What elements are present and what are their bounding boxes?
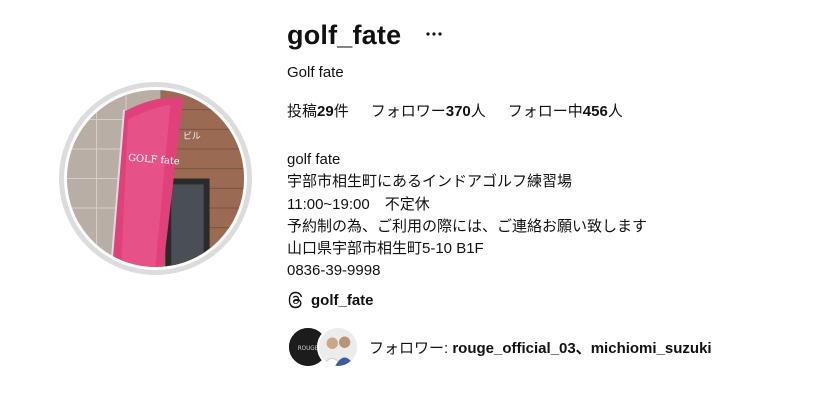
- rouge-logo-text: ROUGE: [298, 346, 319, 352]
- person-photo: [319, 328, 357, 366]
- followed-by-text[interactable]: フォロワー: rouge_official_03、michiomi_suzuki: [369, 337, 712, 358]
- profile-stats: 投稿29件 フォロワー370人 フォロー中456人: [287, 100, 623, 121]
- profile-full-name: Golf fate: [287, 64, 344, 81]
- bio-line: 0836-39-9998: [287, 262, 381, 280]
- followers-suffix: 人: [470, 103, 486, 120]
- followed-by-names[interactable]: rouge_official_03、michiomi_suzuki: [452, 340, 711, 357]
- followed-by-prefix: フォロワー:: [369, 339, 453, 357]
- followed-by[interactable]: ROUGE フォロワー: rouge_official_03、michiomi_…: [287, 326, 712, 368]
- threads-link[interactable]: golf_fate: [287, 291, 374, 309]
- bio-line: 宇部市相生町にあるインドアゴルフ練習場: [287, 173, 573, 191]
- posts-count: 29: [317, 103, 334, 120]
- threads-handle: golf_fate: [311, 291, 374, 309]
- posts-count-stat: 投稿29件: [287, 100, 349, 121]
- following-count-stat[interactable]: フォロー中456人: [508, 100, 623, 121]
- following-suffix: 人: [607, 103, 623, 120]
- posts-suffix: 件: [333, 103, 349, 120]
- profile-bio: golf fate 宇部市相生町にあるインドアゴルフ練習場 11:00~19:0…: [287, 149, 647, 283]
- followers-count: 370: [445, 103, 471, 120]
- bio-line: 山口県宇部市相生町5-10 B1F: [287, 240, 484, 258]
- building-sign-text: ビル: [183, 131, 201, 142]
- follower-avatar[interactable]: [317, 326, 359, 368]
- threads-icon: [288, 291, 303, 309]
- bio-line: 予約制の為、ご利用の際には、ご連絡お願い致します: [287, 217, 648, 235]
- storefront-photo: GOLF fate ビル: [67, 90, 244, 267]
- followers-prefix: フォロワー: [370, 103, 446, 120]
- bio-line: golf fate: [287, 151, 341, 168]
- bio-line: 11:00~19:00 不定休: [287, 195, 430, 213]
- following-prefix: フォロー中: [507, 103, 583, 120]
- posts-prefix: 投稿: [287, 103, 318, 120]
- profile-username: golf_fate: [287, 20, 402, 50]
- profile-avatar[interactable]: GOLF fate ビル: [59, 82, 252, 275]
- following-count: 456: [582, 103, 608, 120]
- more-horizontal-icon[interactable]: [425, 24, 443, 44]
- followers-count-stat[interactable]: フォロワー370人: [371, 100, 486, 121]
- profile-avatar-image: GOLF fate ビル: [64, 87, 247, 270]
